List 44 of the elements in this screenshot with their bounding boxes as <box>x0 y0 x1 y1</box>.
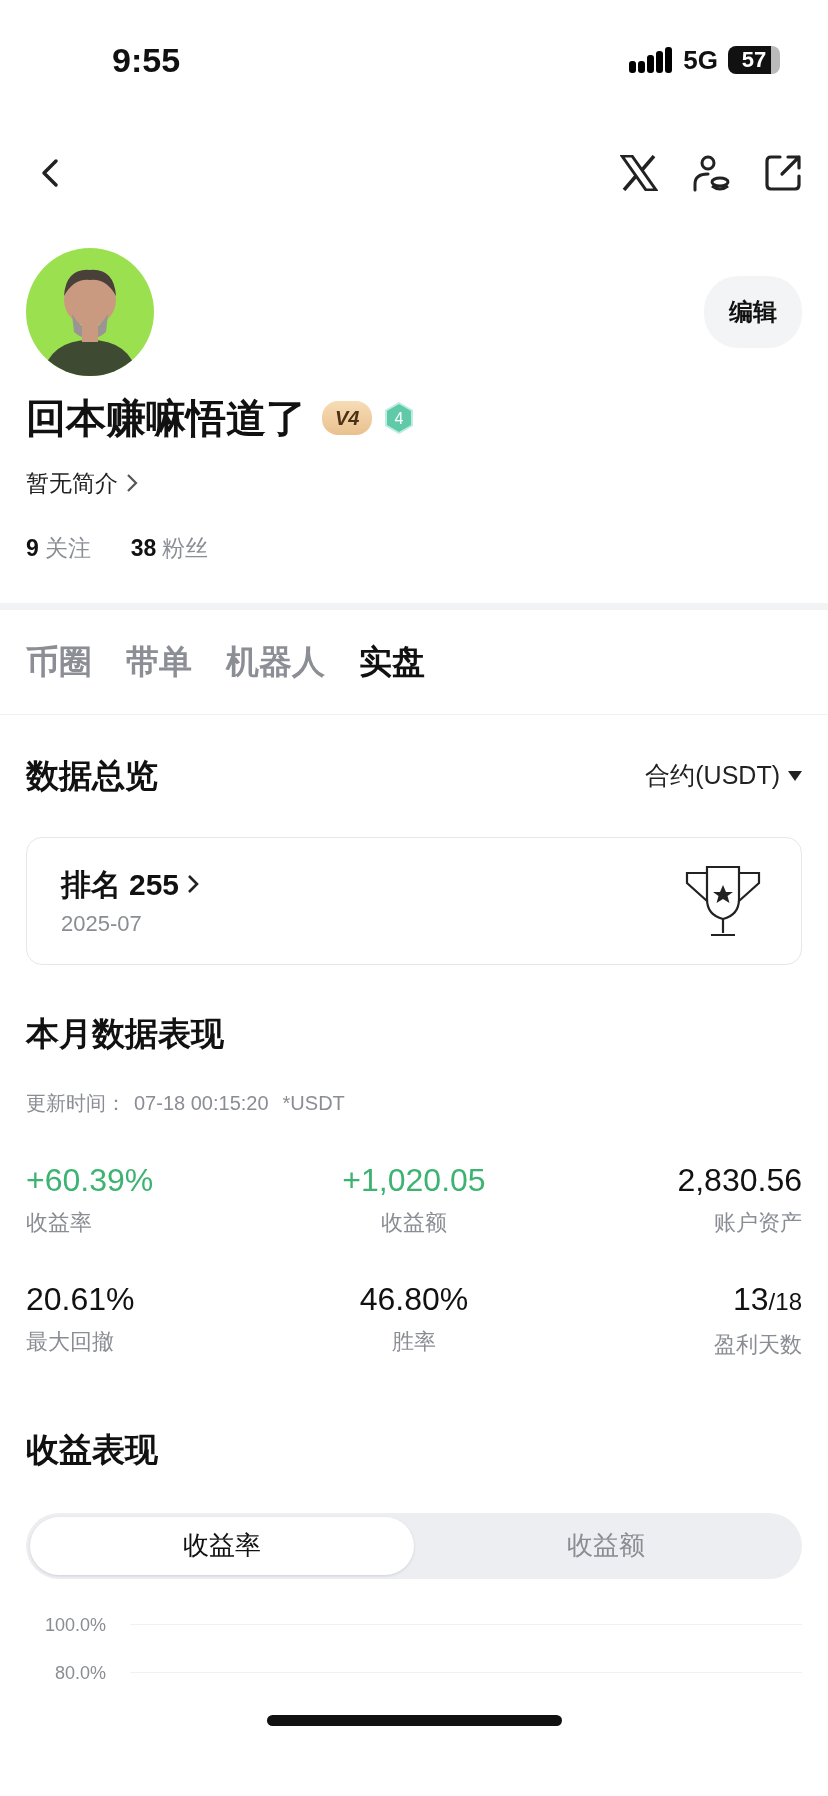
metric-value: +60.39% <box>26 1161 155 1200</box>
metric-value: 13/18 <box>732 1280 802 1319</box>
update-time: 07-18 00:15:20 <box>134 1091 269 1116</box>
axis-tick-label: 100.0% <box>43 1614 106 1635</box>
metric-label: 收益额 <box>380 1209 448 1237</box>
section-title: 本月数据表现 <box>24 1013 225 1054</box>
metric-label: 盈利天数 <box>713 1331 802 1359</box>
chevron-right-icon[interactable] <box>126 473 138 494</box>
segment-tab[interactable]: 收益率 <box>30 1516 414 1575</box>
metric-label: 账户资产 <box>713 1209 802 1237</box>
update-label: 更新时间： <box>26 1091 126 1116</box>
chevron-right-icon <box>187 873 200 895</box>
battery-level: 57 <box>728 46 780 74</box>
vip-badge: V4 <box>322 401 373 435</box>
rank-value: 255 <box>129 866 180 903</box>
bio-link[interactable]: 暂无简介 <box>26 466 118 501</box>
currency-unit: *USDT <box>282 1091 345 1116</box>
rank-card[interactable]: 排名 255 2025-07 <box>26 836 802 965</box>
metric-value: 20.61% <box>26 1280 136 1319</box>
share-icon[interactable] <box>764 153 802 192</box>
level-badge: 4 <box>384 402 415 434</box>
caret-down-icon <box>788 770 802 781</box>
count-value: 38 <box>130 533 157 563</box>
person-coin-icon[interactable] <box>692 153 730 192</box>
signal-icon <box>629 47 674 73</box>
section-title: 收益表现 <box>25 1430 159 1470</box>
count-value: 9 <box>26 533 39 563</box>
network-label: 5G <box>683 43 718 77</box>
metric-value: 2,830.56 <box>676 1161 802 1200</box>
rank-period: 2025-07 <box>61 909 143 938</box>
section-title: 数据总览 <box>26 756 158 796</box>
rank-label: 排名 <box>61 866 121 903</box>
status-time: 9:55 <box>112 40 181 80</box>
metric-label: 收益率 <box>26 1209 93 1237</box>
metric-label: 胜率 <box>391 1328 437 1356</box>
metric-value: 46.80% <box>358 1280 470 1319</box>
axis-tick-label: 80.0% <box>53 1662 106 1683</box>
edit-button[interactable]: 编辑 <box>704 276 802 348</box>
tab[interactable]: 实盘 <box>359 637 425 687</box>
metric-label: 最大回撤 <box>26 1328 115 1356</box>
x-logo-icon[interactable] <box>620 154 658 191</box>
profile-name: 回本赚嘛悟道了 <box>26 395 306 442</box>
market-dropdown[interactable]: 合约(USDT) <box>645 757 802 795</box>
metric-value: +1,020.05 <box>341 1161 487 1200</box>
